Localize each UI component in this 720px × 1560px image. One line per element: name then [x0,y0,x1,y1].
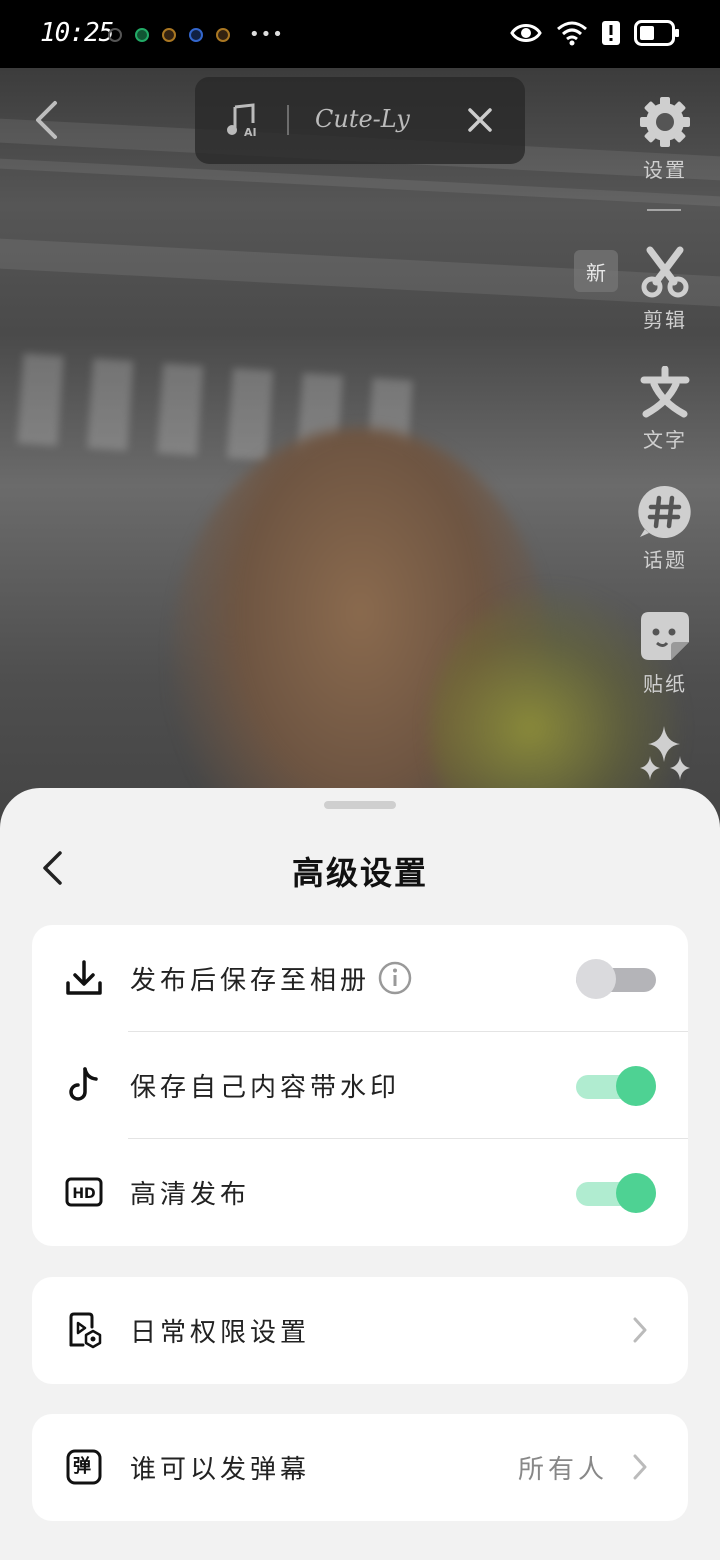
status-bar: 10:25 ••• [0,0,720,68]
setting-value: 所有人 [517,1455,608,1485]
notification-icons: ••• [108,24,284,45]
video-settings-icon [64,1310,104,1350]
hd-icon: HD [64,1172,104,1212]
app-notification-icon [108,27,122,42]
song-name: Cute-Ly [315,105,410,133]
setting-label: 谁可以发弹幕 [130,1455,311,1485]
toolbar-sticker[interactable]: 贴纸 [620,608,710,697]
camera-preview [0,68,720,828]
back-button[interactable] [24,96,68,144]
svg-text:AI: AI [244,126,257,139]
toolbar-label: 文字 [643,428,687,452]
watermark-toggle[interactable] [576,1066,656,1106]
setting-row-danmaku[interactable]: 弹 谁可以发弹幕 所有人 [32,1414,688,1521]
setting-row-permissions[interactable]: 日常权限设置 [32,1277,688,1384]
advanced-settings-sheet: 高级设置 发布后保存至相册 保存自己内容带水印 HD 高清发布 日常权限设置 弹… [0,788,720,1560]
setting-label: 发布后保存至相册 [130,966,371,996]
toolbar-topic[interactable]: 话题 [620,484,710,573]
status-time: 10:25 [40,18,114,48]
screen: 10:25 ••• AI Cute-Ly 设置 新 剪辑 文字 话题 贴纸 高级… [0,0,720,1560]
toolbar-edit[interactable]: 剪辑 [620,244,710,333]
svg-text:HD: HD [72,1186,95,1202]
toolbar-label: 话题 [643,548,687,572]
status-icons [510,20,680,50]
toolbar-label: 剪辑 [643,308,687,332]
app-notification-icon [216,27,230,42]
toolbar-label: 设置 [643,158,687,182]
music-selector[interactable]: AI Cute-Ly [195,77,525,164]
chevron-right-icon [630,1315,650,1345]
battery-icon [634,20,680,50]
new-badge: 新 [574,250,618,292]
alert-icon [602,21,620,49]
sheet-title: 高级设置 [291,854,428,892]
close-icon [468,108,492,132]
app-notification-icon [135,27,149,42]
danmaku-icon: 弹 [64,1447,104,1487]
save-to-album-toggle[interactable] [576,959,656,999]
toolbar-effects[interactable] [620,726,710,782]
hashtag-icon [635,484,695,540]
sticker-icon [635,608,695,664]
toggle-settings-card: 发布后保存至相册 保存自己内容带水印 HD 高清发布 [32,925,688,1246]
chevron-right-icon [630,1452,650,1482]
setting-label: 高清发布 [130,1180,251,1210]
setting-label: 保存自己内容带水印 [130,1073,401,1103]
hd-publish-toggle[interactable] [576,1173,656,1213]
setting-label: 日常权限设置 [130,1318,311,1348]
info-icon[interactable] [378,961,412,995]
sheet-drag-handle[interactable] [324,801,396,809]
toolbar-divider [647,209,681,211]
danmaku-icon-glyph: 弹 [73,1456,91,1477]
scissors-icon [635,244,695,300]
text-icon [635,364,695,420]
toolbar-settings[interactable]: 设置 [620,94,710,183]
setting-row-save-to-album: 发布后保存至相册 [32,925,688,1032]
wifi-icon [556,20,588,50]
toolbar-label: 贴纸 [643,672,687,696]
app-notification-icon [162,27,176,42]
ai-music-icon: AI [225,103,261,143]
more-notifications-indicator: ••• [249,24,284,45]
pill-divider [287,105,289,135]
sparkles-icon [635,726,695,782]
download-icon [64,958,104,998]
eye-icon [510,21,542,49]
chevron-left-icon [36,101,57,139]
setting-row-hd-publish: HD 高清发布 [32,1139,688,1246]
tiktok-icon [64,1065,104,1105]
toolbar-text[interactable]: 文字 [620,364,710,453]
setting-row-watermark: 保存自己内容带水印 [32,1032,688,1139]
danmaku-card[interactable]: 弹 谁可以发弹幕 所有人 [32,1414,688,1521]
remove-music-button[interactable] [465,105,495,135]
app-notification-icon [189,27,203,42]
gear-icon [635,94,695,150]
permissions-card[interactable]: 日常权限设置 [32,1277,688,1384]
